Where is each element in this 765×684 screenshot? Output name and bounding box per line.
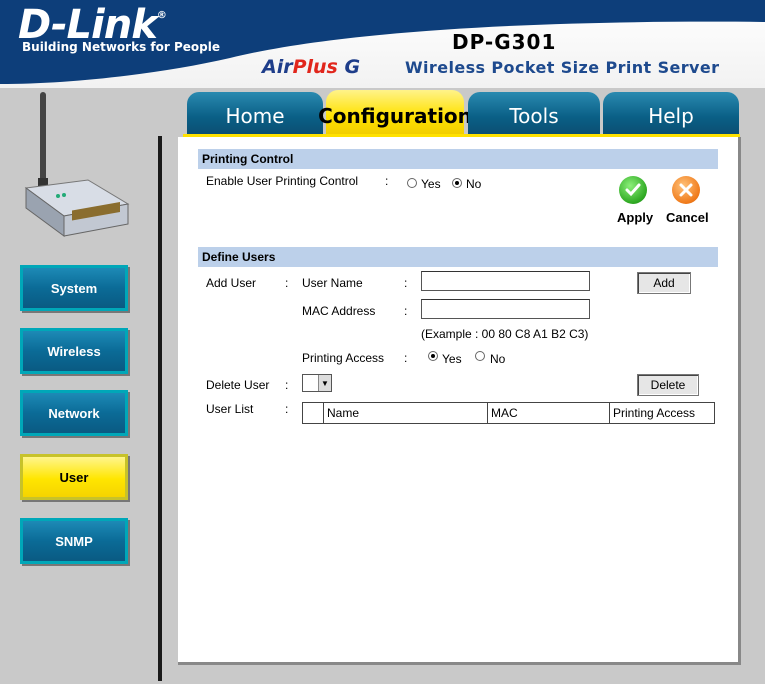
delete-user-select[interactable]: ▼	[302, 374, 332, 392]
tab-help[interactable]: Help	[603, 92, 739, 134]
printing-control-header: Printing Control	[198, 149, 718, 169]
mac-column-header: MAC	[487, 402, 610, 424]
printing-access-column-header: Printing Access	[609, 402, 715, 424]
cancel-icon[interactable]	[672, 176, 700, 204]
colon: :	[385, 174, 389, 188]
user-list-label: User List	[206, 402, 254, 416]
enable-printing-control-label: Enable User Printing Control	[206, 174, 359, 188]
user-name-input[interactable]	[421, 271, 590, 291]
left-divider	[158, 136, 162, 681]
nav-wireless[interactable]: Wireless	[20, 328, 128, 374]
product-title: Wireless Pocket Size Print Server	[405, 58, 720, 77]
table-header-row: Name MAC Printing Access	[302, 402, 715, 424]
enable-no-label: No	[466, 177, 482, 191]
access-yes-radio[interactable]	[428, 351, 438, 361]
access-yes-label: Yes	[442, 352, 462, 366]
print-server-device-image	[24, 92, 130, 237]
add-user-label: Add User	[206, 276, 257, 290]
delete-user-label: Delete User	[206, 378, 270, 392]
colon: :	[285, 378, 289, 392]
content-panel: Printing Control Enable User Printing Co…	[178, 137, 741, 665]
cancel-button[interactable]: Cancel	[666, 210, 709, 225]
mac-example-text: (Example : 00 80 C8 A1 B2 C3)	[421, 327, 589, 341]
apply-button[interactable]: Apply	[617, 210, 653, 225]
colon: :	[404, 276, 408, 290]
name-column-header: Name	[323, 402, 488, 424]
top-tabs: Home Configuration Tools Help	[183, 90, 743, 136]
airplus-logo: AirPlus G	[262, 56, 361, 78]
enable-no-radio[interactable]	[452, 178, 462, 188]
mac-address-input[interactable]	[421, 299, 590, 319]
access-no-label: No	[490, 352, 506, 366]
nav-network[interactable]: Network	[20, 390, 128, 436]
define-users-header: Define Users	[198, 247, 718, 267]
printing-access-label: Printing Access	[302, 351, 385, 365]
user-name-label: User Name	[302, 276, 363, 290]
add-button[interactable]: Add	[637, 272, 691, 294]
mac-address-label: MAC Address	[302, 304, 376, 318]
colon: :	[285, 276, 289, 290]
select-column-header	[302, 402, 324, 424]
nav-user[interactable]: User	[20, 454, 128, 500]
access-no-radio[interactable]	[475, 351, 485, 361]
header: D-Link® Building Networks for People DP-…	[0, 0, 765, 88]
tagline: Building Networks for People	[22, 40, 220, 54]
tab-home[interactable]: Home	[187, 92, 323, 134]
tab-configuration[interactable]: Configuration	[318, 90, 472, 134]
chevron-down-icon[interactable]: ▼	[318, 375, 331, 391]
enable-yes-radio[interactable]	[407, 178, 417, 188]
delete-button[interactable]: Delete	[637, 374, 699, 396]
nav-snmp[interactable]: SNMP	[20, 518, 128, 564]
tab-tools[interactable]: Tools	[468, 92, 600, 134]
colon: :	[404, 351, 408, 365]
colon: :	[404, 304, 408, 318]
user-list-table: Name MAC Printing Access	[302, 402, 715, 424]
apply-icon[interactable]	[619, 176, 647, 204]
colon: :	[285, 402, 289, 416]
model-name: DP-G301	[452, 30, 557, 54]
enable-yes-label: Yes	[421, 177, 441, 191]
nav-system[interactable]: System	[20, 265, 128, 311]
